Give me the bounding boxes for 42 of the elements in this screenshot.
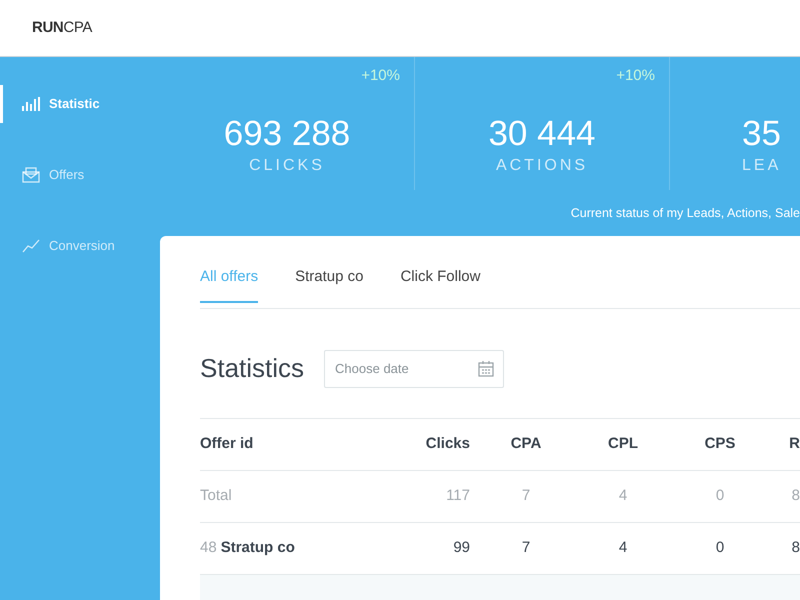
- column-header: R: [788, 434, 800, 454]
- table-cell-text: 0: [714, 538, 726, 558]
- sidebar-item[interactable]: Conversion: [0, 227, 160, 265]
- sidebar-item[interactable]: Statistic: [0, 85, 160, 123]
- table-cell-text: 4: [618, 538, 628, 558]
- bar-chart-icon: [22, 97, 40, 111]
- column-header: CPS: [704, 434, 736, 454]
- sidebar-item[interactable]: Offers: [0, 156, 160, 194]
- column-header: Offer id: [200, 434, 254, 454]
- change-indicator: +10%: [616, 66, 655, 86]
- offer-id: 48: [200, 538, 217, 558]
- tab[interactable]: All offers: [200, 266, 258, 302]
- page-title: Statistics: [200, 352, 304, 385]
- stat-value: 30 444: [488, 113, 596, 155]
- table-cell-text: Stratup co: [220, 538, 295, 558]
- stat-label: LEA: [741, 156, 782, 176]
- tab[interactable]: Click Follow: [400, 266, 480, 302]
- line-chart-icon: [22, 239, 40, 253]
- logo[interactable]: RUNCPA: [32, 16, 92, 40]
- column-header: CPA: [510, 434, 542, 454]
- calendar-icon: [478, 360, 494, 376]
- table-cell-text: 117: [445, 486, 471, 506]
- date-field[interactable]: Choose date: [324, 350, 504, 388]
- change-indicator: +10%: [361, 66, 400, 86]
- table-row[interactable]: Total 117 7 4 0 8: [200, 471, 800, 523]
- stats-caption: Current status of my Leads, Actions, Sale: [570, 205, 800, 222]
- column-header: Clicks: [424, 434, 471, 454]
- table-cell-text: Total: [200, 486, 232, 506]
- table-cell-text: 7: [520, 486, 532, 506]
- table-cell-text: 99: [452, 538, 471, 558]
- table-cell-text: 7: [520, 538, 532, 558]
- tab[interactable]: Stratup co: [295, 266, 364, 302]
- stat-label: CLICKS: [249, 156, 325, 176]
- table-cell-text: 8: [790, 486, 800, 506]
- column-header: CPL: [607, 434, 639, 454]
- stat-value: 35: [741, 113, 781, 155]
- table-cell-text: 8: [790, 538, 800, 558]
- table-cell-text: 4: [618, 486, 628, 506]
- envelope-icon: [22, 167, 40, 183]
- table-cell-text: 0: [714, 486, 726, 506]
- stat-label: ACTIONS: [496, 156, 588, 176]
- stat-value: 693 288: [224, 113, 350, 155]
